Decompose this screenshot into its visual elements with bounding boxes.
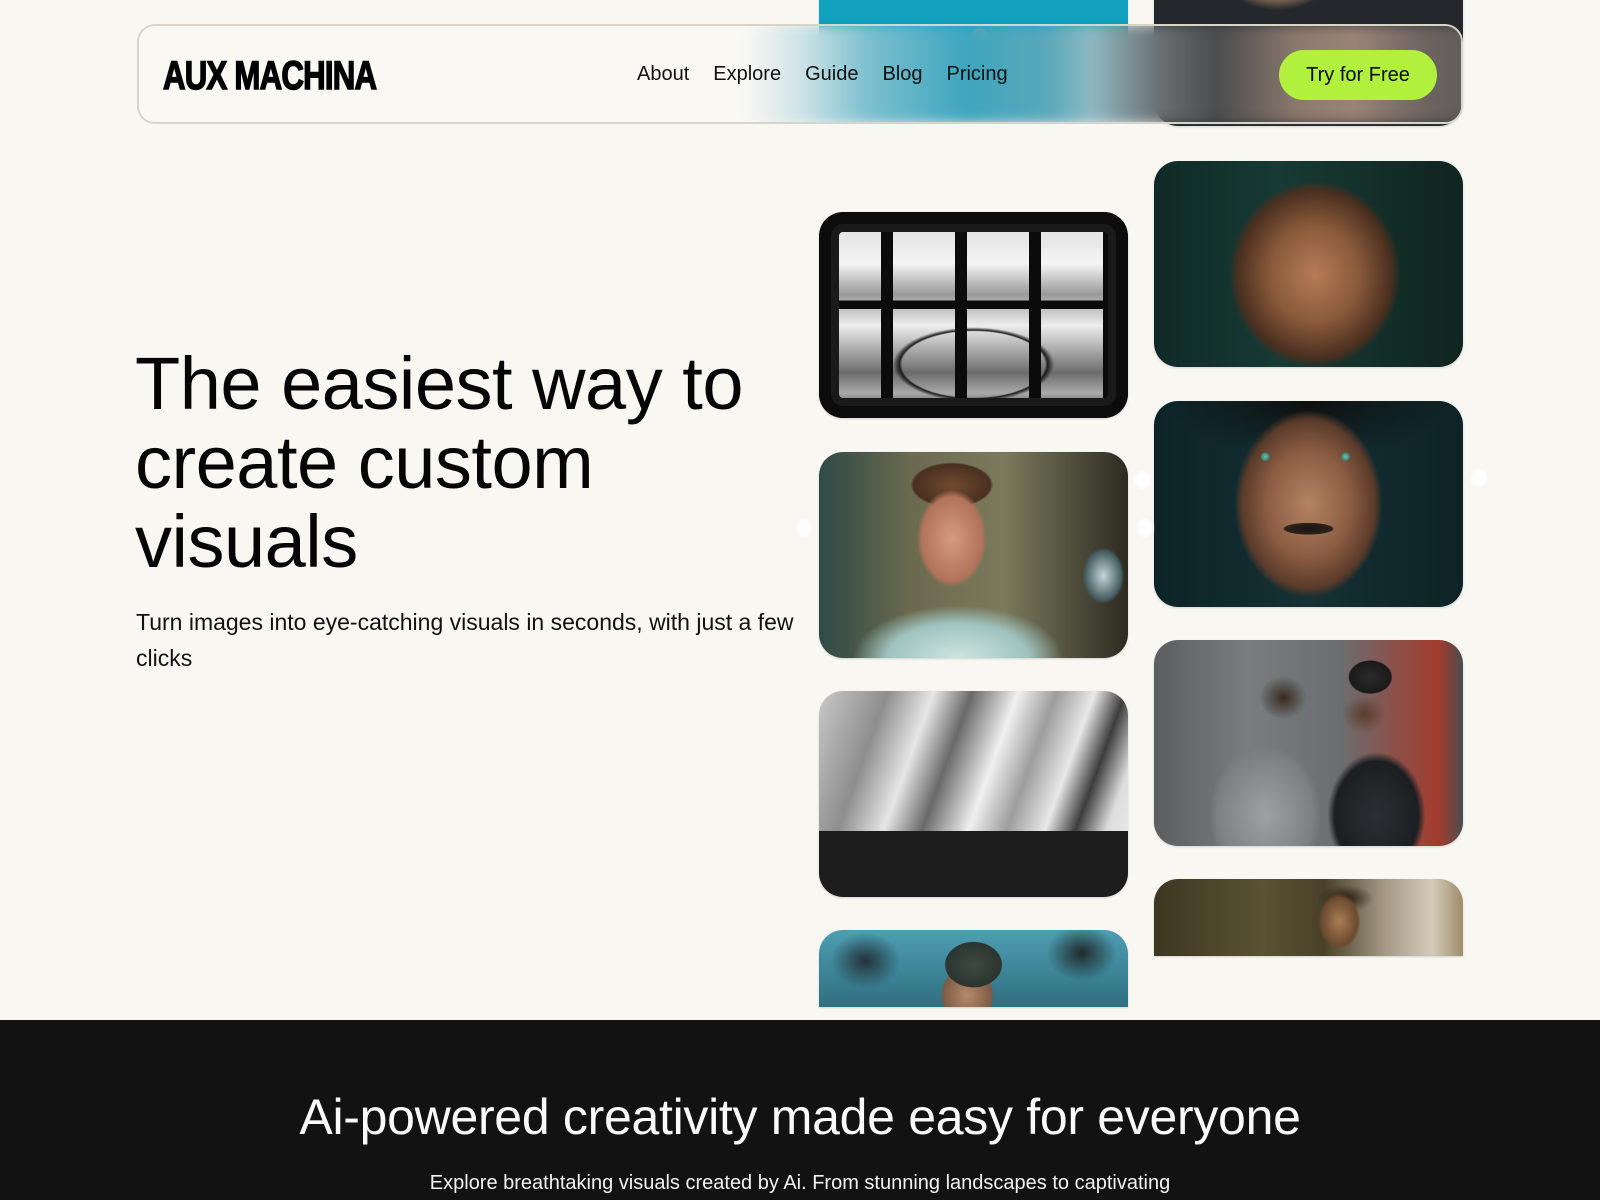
gallery-image-man-cap[interactable]: [819, 930, 1128, 1007]
carousel-prev-arrow-icon[interactable]: [1134, 471, 1150, 489]
carousel-next-arrow-icon[interactable]: [1137, 519, 1153, 537]
nav-link-pricing[interactable]: Pricing: [946, 63, 1007, 86]
section-subtitle: Explore breathtaking visuals created by …: [429, 1172, 1171, 1194]
gallery-image-wall-man[interactable]: [1154, 879, 1463, 956]
features-section: Ai-powered creativity made easy for ever…: [0, 1020, 1600, 1200]
section-title: Ai-powered creativity made easy for ever…: [299, 1089, 1301, 1145]
hero-title: The easiest way to create custom visuals: [135, 342, 743, 583]
gallery-image-man-tshirt[interactable]: [819, 452, 1128, 658]
gallery-image-camera-friends[interactable]: [1154, 640, 1463, 846]
nav-link-guide[interactable]: Guide: [805, 63, 858, 86]
site-header: AUX MACHINA About Explore Guide Blog Pri…: [137, 24, 1463, 124]
hero-subtitle: Turn images into eye-catching visuals in…: [136, 609, 794, 671]
carousel-prev-arrow-icon[interactable]: [796, 519, 812, 537]
gallery-image-green-eyes[interactable]: [1154, 401, 1463, 607]
carousel-next-arrow-icon[interactable]: [1471, 469, 1487, 487]
gallery-image-architecture[interactable]: [819, 691, 1128, 897]
nav-link-about[interactable]: About: [637, 63, 689, 86]
main-nav: About Explore Guide Blog Pricing: [637, 26, 1008, 122]
gallery-image-bridge-window[interactable]: [819, 212, 1128, 418]
page: AUX MACHINA About Explore Guide Blog Pri…: [0, 0, 1600, 1200]
logo[interactable]: AUX MACHINA: [162, 53, 377, 99]
nav-link-blog[interactable]: Blog: [882, 63, 922, 86]
nav-link-explore[interactable]: Explore: [713, 63, 781, 86]
gallery-image-older-man[interactable]: [1154, 161, 1463, 367]
try-for-free-button[interactable]: Try for Free: [1279, 50, 1437, 100]
